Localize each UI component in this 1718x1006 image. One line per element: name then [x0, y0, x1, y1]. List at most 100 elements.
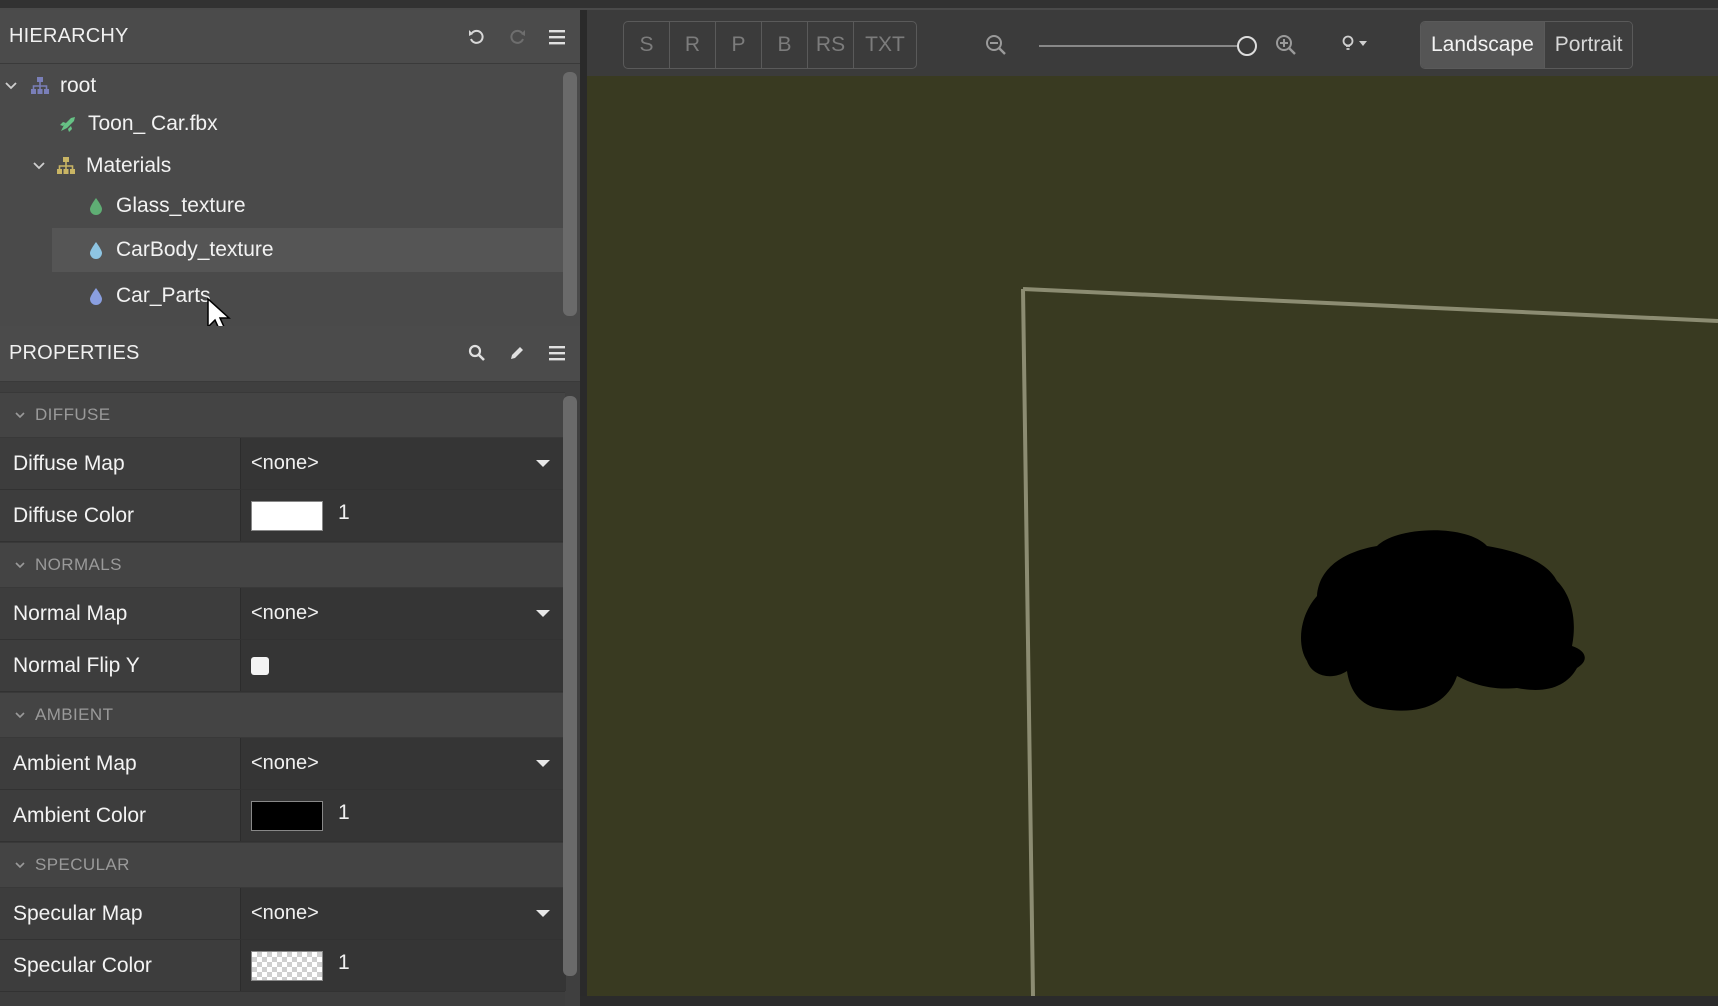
properties-title: PROPERTIES [9, 342, 140, 364]
section-title: DIFFUSE [35, 405, 111, 424]
caret-down-icon [536, 910, 550, 917]
ambient-color-cell: 1 [240, 790, 566, 841]
row-normal-map: Normal Map <none> [0, 588, 566, 640]
material-drop-icon [90, 242, 102, 259]
landscape-button[interactable]: Landscape [1421, 22, 1545, 68]
ambient-color-swatch[interactable] [251, 801, 323, 831]
mode-button-s[interactable]: S [624, 22, 670, 68]
mode-button-txt[interactable]: TXT [854, 22, 916, 68]
chevron-down-icon[interactable] [32, 159, 46, 173]
panel-divider[interactable] [580, 10, 587, 996]
select-value: <none> [251, 752, 319, 774]
hierarchy-icon [57, 157, 75, 174]
specular-map-select[interactable]: <none> [240, 888, 566, 939]
car-silhouette [1301, 530, 1585, 711]
properties-list: DIFFUSE Diffuse Map <none> Diffuse Color… [0, 382, 580, 1006]
undo-icon[interactable] [468, 28, 486, 46]
tree-item-carbody-texture[interactable]: CarBody_texture [52, 228, 565, 272]
row-diffuse-map: Diffuse Map <none> [0, 438, 566, 490]
section-title: SPECULAR [35, 855, 130, 874]
properties-menu-icon[interactable] [548, 344, 566, 362]
scene-viewport[interactable] [587, 76, 1718, 996]
select-value: <none> [251, 452, 319, 474]
redo-icon[interactable] [508, 28, 526, 46]
hierarchy-title: HIERARCHY [9, 25, 129, 47]
row-label: Normal Flip Y [13, 654, 140, 677]
hierarchy-icon [31, 77, 49, 94]
hierarchy-header: HIERARCHY [0, 10, 580, 64]
tree-item-label: Car_Parts [116, 284, 211, 307]
properties-scrollbar[interactable] [563, 396, 577, 976]
section-title: NORMALS [35, 555, 122, 574]
zoom-slider-track[interactable] [1039, 45, 1239, 47]
caret-down-icon [536, 760, 550, 767]
row-label: Diffuse Color [13, 504, 134, 527]
left-panel: HIERARCHY root Toon_ Car.fbx Materials G… [0, 10, 580, 1006]
specular-color-swatch[interactable] [251, 951, 323, 981]
tree-item-label: Glass_texture [116, 194, 246, 217]
zoom-slider-thumb[interactable] [1237, 36, 1257, 56]
chevron-down-icon [15, 562, 25, 569]
diffuse-map-select[interactable]: <none> [240, 438, 566, 489]
render-mode-group: S R P B RS TXT [623, 21, 917, 69]
mode-button-r[interactable]: R [670, 22, 716, 68]
section-normals[interactable]: NORMALS [0, 542, 565, 588]
zoom-out-icon[interactable] [985, 34, 1007, 56]
section-ambient[interactable]: AMBIENT [0, 692, 565, 738]
caret-down-icon [536, 610, 550, 617]
tree-item-model[interactable]: Toon_ Car.fbx [0, 102, 565, 146]
section-title: AMBIENT [35, 705, 114, 724]
model-icon [60, 117, 75, 132]
specular-color-intensity[interactable]: 1 [338, 940, 350, 986]
tree-item-label: CarBody_texture [116, 238, 274, 261]
tree-item-car-parts[interactable]: Car_Parts [0, 274, 565, 318]
material-drop-icon [90, 288, 102, 305]
row-ambient-map: Ambient Map <none> [0, 738, 566, 790]
diffuse-color-swatch[interactable] [251, 501, 323, 531]
row-label: Ambient Map [13, 752, 137, 775]
portrait-button[interactable]: Portrait [1544, 22, 1633, 68]
select-value: <none> [251, 902, 319, 924]
diffuse-color-cell: 1 [240, 490, 566, 541]
search-icon[interactable] [468, 344, 486, 362]
normal-flip-cell [240, 640, 566, 691]
normal-flip-y-checkbox[interactable] [251, 657, 269, 675]
row-diffuse-color: Diffuse Color 1 [0, 490, 566, 542]
row-label: Diffuse Map [13, 452, 125, 475]
diffuse-color-intensity[interactable]: 1 [338, 490, 350, 536]
row-label: Normal Map [13, 602, 128, 625]
tree-item-label: Toon_ Car.fbx [88, 112, 218, 135]
viewport-toolbar: S R P B RS TXT Landscape Portrait [587, 10, 1718, 77]
normal-map-select[interactable]: <none> [240, 588, 566, 639]
properties-header: PROPERTIES [0, 326, 580, 382]
row-label: Specular Map [13, 902, 143, 925]
specular-color-cell: 1 [240, 940, 566, 991]
ambient-map-select[interactable]: <none> [240, 738, 566, 789]
chevron-down-icon [15, 862, 25, 869]
tree-item-label: root [60, 74, 97, 97]
section-specular[interactable]: SPECULAR [0, 842, 565, 888]
mode-button-b[interactable]: B [762, 22, 808, 68]
tree-item-glass-texture[interactable]: Glass_texture [0, 184, 565, 228]
mode-button-rs[interactable]: RS [808, 22, 854, 68]
hierarchy-scrollbar[interactable] [563, 72, 577, 316]
row-ambient-color: Ambient Color 1 [0, 790, 566, 842]
row-label: Ambient Color [13, 804, 147, 827]
light-bulb-icon[interactable] [1339, 34, 1371, 56]
edit-pencil-icon[interactable] [508, 344, 526, 362]
chevron-down-icon [15, 712, 25, 719]
scene-canvas[interactable] [587, 76, 1718, 996]
section-diffuse[interactable]: DIFFUSE [0, 392, 565, 438]
chevron-down-icon[interactable] [4, 79, 18, 93]
tree-item-materials[interactable]: Materials [0, 144, 565, 188]
material-drop-icon [90, 198, 102, 215]
zoom-in-icon[interactable] [1275, 34, 1297, 56]
row-specular-color: Specular Color 1 [0, 940, 566, 992]
row-specular-map: Specular Map <none> [0, 888, 566, 940]
row-label: Specular Color [13, 954, 152, 977]
ambient-color-intensity[interactable]: 1 [338, 790, 350, 836]
mode-button-p[interactable]: P [716, 22, 762, 68]
hierarchy-menu-icon[interactable] [548, 28, 566, 46]
orientation-toggle: Landscape Portrait [1420, 21, 1634, 69]
tree-item-label: Materials [86, 154, 172, 177]
